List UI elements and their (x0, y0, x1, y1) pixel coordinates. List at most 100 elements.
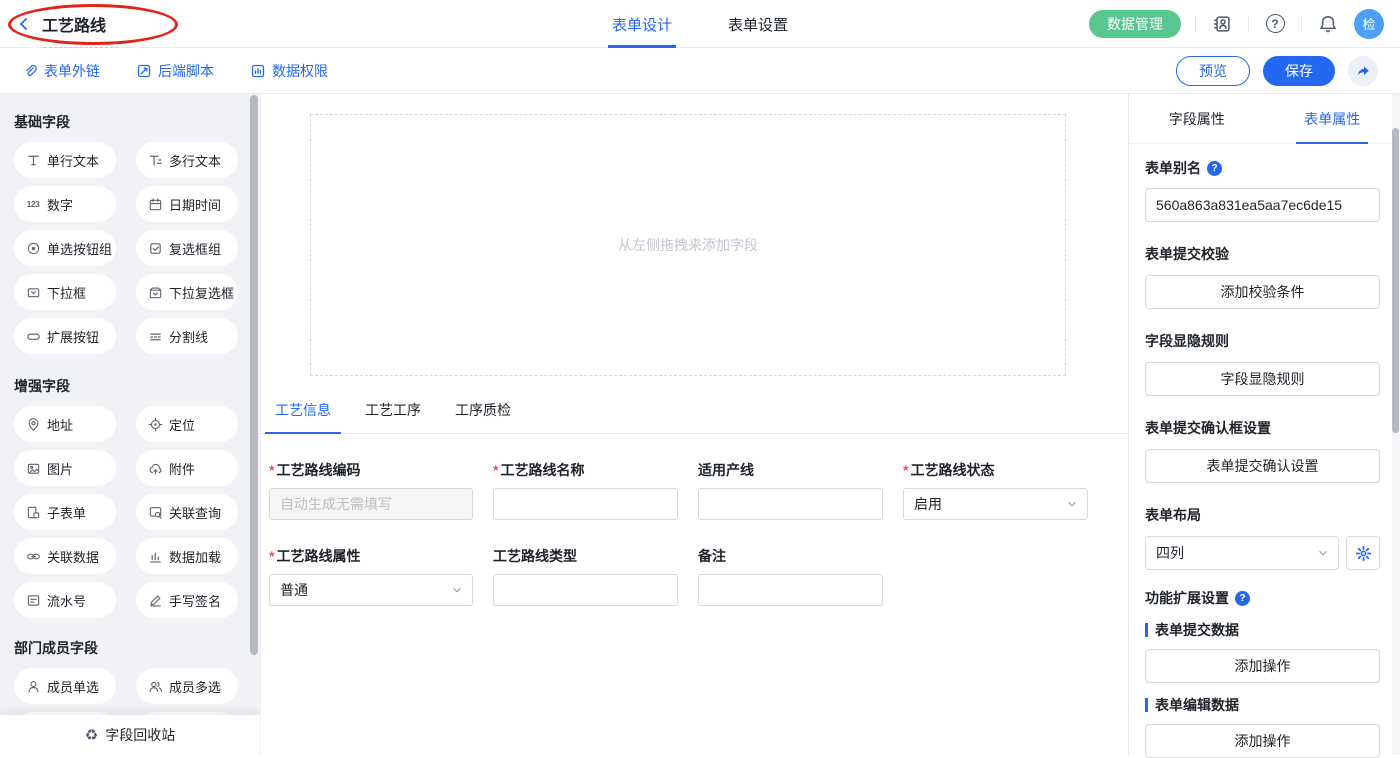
field-type-subform[interactable]: 子表单 (14, 494, 116, 530)
tab-form-settings[interactable]: 表单设置 (728, 0, 788, 48)
field-route-name[interactable]: *工艺路线名称 (493, 460, 678, 520)
submit-confirm-settings-button[interactable]: 表单提交确认设置 (1145, 449, 1380, 483)
route-status-select[interactable]: 启用 (903, 488, 1088, 520)
divider-icon (147, 328, 163, 344)
field-dropzone[interactable]: 从左侧拖拽来添加字段 (310, 114, 1066, 376)
share-button[interactable] (1348, 56, 1378, 86)
route-code-input[interactable] (269, 488, 473, 520)
tab-form-design[interactable]: 表单设计 (612, 0, 672, 48)
back-button[interactable] (16, 16, 32, 32)
chevron-down-icon (1316, 546, 1330, 560)
field-recycle-bin-button[interactable]: ♻ 字段回收站 (0, 715, 260, 755)
data-permission-link[interactable]: 数据权限 (250, 61, 328, 81)
field-type-label: 下拉复选框 (169, 283, 234, 302)
applicable-line-input[interactable] (698, 488, 883, 520)
layout-settings-button[interactable] (1346, 536, 1380, 570)
help-icon[interactable]: ? (1263, 12, 1287, 36)
tab-process-steps[interactable]: 工艺工序 (363, 394, 423, 433)
form-edit-data-title: 表单编辑数据 (1145, 695, 1380, 715)
field-type-serial-number[interactable]: 流水号 (14, 582, 116, 618)
field-remark[interactable]: 备注 (698, 546, 883, 606)
form-external-link[interactable]: 表单外链 (22, 61, 100, 81)
field-route-code[interactable]: *工艺路线编码 (269, 460, 473, 520)
field-type-locate[interactable]: 定位 (136, 406, 238, 442)
layout-controls: 四列 (1145, 536, 1380, 570)
sidebar-scrollbar-thumb[interactable] (250, 95, 258, 655)
form-layout-select[interactable]: 四列 (1145, 536, 1339, 570)
select-value: 四列 (1156, 543, 1184, 563)
field-visibility-rules-button[interactable]: 字段显隐规则 (1145, 362, 1380, 396)
submit-data-add-action-button[interactable]: 添加操作 (1145, 649, 1380, 683)
data-manage-button[interactable]: 数据管理 (1089, 10, 1181, 38)
field-type-label: 关联查询 (169, 503, 221, 522)
field-type-member-single[interactable]: 成员单选 (14, 668, 116, 704)
field-type-number[interactable]: 123 数字 (14, 186, 116, 222)
backend-script-link[interactable]: 后端脚本 (136, 61, 214, 81)
field-route-attribute[interactable]: *工艺路线属性 普通 (269, 546, 473, 606)
section-accent-bar (1145, 698, 1148, 712)
field-visibility-rules-section: 字段显隐规则 字段显隐规则 (1145, 331, 1380, 396)
linked-query-icon (147, 504, 163, 520)
field-type-label: 图片 (47, 459, 73, 478)
panel-scrollbar-thumb[interactable] (1392, 128, 1399, 433)
edit-data-add-action-button[interactable]: 添加操作 (1145, 724, 1380, 758)
extension-settings-heading: 功能扩展设置 ? (1145, 588, 1380, 608)
field-type-address[interactable]: 地址 (14, 406, 116, 442)
field-applicable-line[interactable]: 适用产线 (698, 460, 883, 520)
user-avatar[interactable]: 检 (1354, 9, 1384, 39)
route-name-input[interactable] (493, 488, 678, 520)
field-type-single-line-text[interactable]: 单行文本 (14, 142, 116, 178)
field-type-multi-line-text[interactable]: 多行文本 (136, 142, 238, 178)
field-type-extend-button[interactable]: 扩展按钮 (14, 318, 116, 354)
route-type-input[interactable] (493, 574, 678, 606)
form-alias-input[interactable] (1145, 188, 1380, 222)
field-type-select[interactable]: 下拉框 (14, 274, 116, 310)
field-type-datetime[interactable]: 日期时间 (136, 186, 238, 222)
back-chevron-icon (16, 16, 32, 32)
field-type-attachment[interactable]: 附件 (136, 450, 238, 486)
field-type-checkbox-group[interactable]: 复选框组 (136, 230, 238, 266)
remark-input[interactable] (698, 574, 883, 606)
extension-help-icon[interactable]: ? (1235, 591, 1250, 606)
field-route-type[interactable]: 工艺路线类型 (493, 546, 678, 606)
radio-group-icon (25, 240, 41, 256)
field-type-multi-select[interactable]: 下拉复选框 (136, 274, 238, 310)
field-type-member-multi[interactable]: 成员多选 (136, 668, 238, 704)
field-type-radio-group[interactable]: 单选按钮组 (14, 230, 116, 266)
field-type-data-load[interactable]: 数据加载 (136, 538, 238, 574)
route-attribute-select[interactable]: 普通 (269, 574, 473, 606)
address-icon (25, 416, 41, 432)
contacts-icon[interactable] (1210, 12, 1234, 36)
field-type-label: 成员单选 (47, 677, 99, 696)
save-button[interactable]: 保存 (1263, 56, 1335, 86)
header-tabs: 表单设计 表单设置 (612, 0, 788, 48)
field-type-signature[interactable]: 手写签名 (136, 582, 238, 618)
field-type-image[interactable]: 图片 (14, 450, 116, 486)
field-type-label: 数据加载 (169, 547, 221, 566)
field-type-linked-query[interactable]: 关联查询 (136, 494, 238, 530)
checkbox-group-icon (147, 240, 163, 256)
member-single-icon (25, 678, 41, 694)
member-multi-icon (147, 678, 163, 694)
add-validation-condition-button[interactable]: 添加校验条件 (1145, 275, 1380, 309)
required-asterisk: * (269, 548, 274, 564)
field-type-divider[interactable]: 分割线 (136, 318, 238, 354)
subform-icon (25, 504, 41, 520)
preview-button[interactable]: 预览 (1176, 56, 1250, 86)
multi-line-text-icon (147, 152, 163, 168)
field-route-status[interactable]: *工艺路线状态 启用 (903, 460, 1088, 520)
field-type-linked-data[interactable]: 关联数据 (14, 538, 116, 574)
tab-field-properties[interactable]: 字段属性 (1129, 94, 1265, 143)
attachment-icon (147, 460, 163, 476)
tab-form-properties[interactable]: 表单属性 (1265, 94, 1400, 143)
gear-icon (1355, 545, 1372, 562)
alias-help-icon[interactable]: ? (1207, 161, 1222, 176)
field-type-label: 多行文本 (169, 151, 221, 170)
field-label: *工艺路线状态 (903, 460, 1088, 480)
required-asterisk: * (903, 462, 908, 478)
tab-step-quality-check[interactable]: 工序质检 (453, 394, 513, 433)
field-type-label: 复选框组 (169, 239, 221, 258)
share-arrow-icon (1355, 63, 1371, 79)
notification-bell-icon[interactable] (1316, 12, 1340, 36)
tab-process-info[interactable]: 工艺信息 (273, 394, 333, 433)
